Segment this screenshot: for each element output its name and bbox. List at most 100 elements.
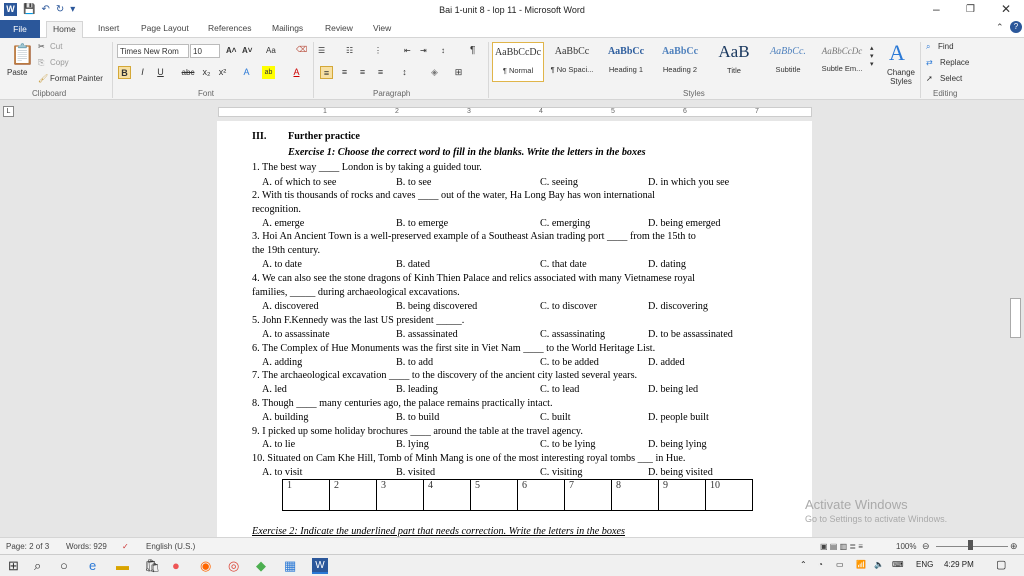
- tab-references[interactable]: References: [208, 23, 251, 33]
- answer-box[interactable]: 8: [611, 479, 659, 511]
- answer-box[interactable]: 3: [376, 479, 424, 511]
- restore-button[interactable]: ❐: [966, 4, 975, 15]
- align-center-icon[interactable]: ≡: [338, 66, 351, 79]
- paste-icon[interactable]: 📋: [10, 42, 35, 67]
- start-icon[interactable]: ⊞: [8, 558, 19, 574]
- style-title[interactable]: AaB Title: [708, 42, 760, 82]
- text-effects-icon[interactable]: A: [240, 66, 253, 79]
- align-right-icon[interactable]: ≡: [356, 66, 369, 79]
- change-styles-icon[interactable]: A: [889, 40, 905, 66]
- tab-home[interactable]: Home: [46, 21, 83, 39]
- strikethrough-button[interactable]: abc: [178, 66, 198, 79]
- increase-indent-icon[interactable]: ⇥: [420, 46, 427, 55]
- scroll-thumb[interactable]: [1010, 298, 1021, 338]
- action-icon[interactable]: ▭: [836, 560, 844, 569]
- task-view-icon[interactable]: ○: [60, 558, 68, 573]
- replace-button[interactable]: Replace: [940, 58, 969, 67]
- decrease-indent-icon[interactable]: ⇤: [404, 46, 411, 55]
- document-page[interactable]: III. Further practice Exercise 1: Choose…: [217, 121, 812, 541]
- bold-button[interactable]: B: [118, 66, 131, 79]
- close-button[interactable]: ✕: [1001, 2, 1011, 16]
- subscript-button[interactable]: x₂: [200, 66, 213, 79]
- word-count[interactable]: Words: 929: [66, 542, 107, 551]
- answer-box[interactable]: 9: [658, 479, 706, 511]
- change-styles-button[interactable]: Change Styles: [884, 68, 918, 86]
- wifi-icon[interactable]: 📶: [856, 560, 866, 569]
- zoom-level[interactable]: 100%: [896, 542, 916, 551]
- search-icon[interactable]: ⌕: [34, 558, 41, 574]
- style-no-spacing[interactable]: AaBbCc ¶ No Spaci...: [546, 42, 598, 82]
- word-taskbar-icon[interactable]: W: [312, 558, 328, 574]
- shrink-font-button[interactable]: A˅: [242, 46, 252, 55]
- view-layout-icons[interactable]: ▣ ▤ ▥ ≣ ≡: [820, 542, 863, 551]
- line-spacing-icon[interactable]: ↕: [398, 66, 411, 79]
- bullets-icon[interactable]: ☰: [318, 46, 325, 55]
- styles-more-icon[interactable]: ▴ ▾ ▾: [870, 44, 874, 68]
- select-icon[interactable]: ➚: [926, 74, 933, 83]
- page-indicator[interactable]: Page: 2 of 3: [6, 542, 49, 551]
- paste-button[interactable]: Paste: [7, 68, 27, 77]
- zoom-slider-thumb[interactable]: [968, 540, 973, 550]
- horizontal-ruler[interactable]: 1 2 3 4 5 6 7: [218, 107, 812, 117]
- find-button[interactable]: Find: [938, 42, 954, 51]
- notifications-icon[interactable]: ▢: [996, 558, 1006, 571]
- style-heading-2[interactable]: AaBbCc Heading 2: [654, 42, 706, 82]
- style-subtle-emphasis[interactable]: AaBbCcDc Subtle Em...: [816, 42, 868, 82]
- tab-selector-icon[interactable]: L: [3, 106, 14, 117]
- justify-icon[interactable]: ≡: [374, 66, 387, 79]
- numbering-icon[interactable]: ☷: [346, 46, 353, 55]
- answer-box[interactable]: 5: [470, 479, 518, 511]
- find-icon[interactable]: ⌕: [926, 42, 930, 52]
- zoom-out-icon[interactable]: ⊖: [922, 541, 930, 552]
- answer-table[interactable]: 1 2 3 4 5 6 7 8 9 10: [282, 479, 753, 511]
- highlight-icon[interactable]: ab: [262, 66, 275, 79]
- zoom-in-icon[interactable]: ⊕: [1010, 541, 1018, 552]
- clear-format-icon[interactable]: ⌫: [296, 45, 307, 54]
- edge-icon[interactable]: e: [89, 558, 96, 573]
- format-painter-button[interactable]: Format Painter: [50, 74, 103, 83]
- align-left-icon[interactable]: ≡: [320, 66, 333, 79]
- tab-view[interactable]: View: [373, 23, 391, 33]
- replace-icon[interactable]: ⇄: [926, 58, 933, 67]
- ribbon-collapse-icon[interactable]: ⌃: [996, 22, 1004, 33]
- tab-page-layout[interactable]: Page Layout: [141, 23, 189, 33]
- clock[interactable]: 4:29 PM: [944, 560, 974, 569]
- change-case-button[interactable]: Aa: [266, 46, 276, 55]
- answer-box[interactable]: 1: [282, 479, 330, 511]
- file-explorer-icon[interactable]: ▬: [116, 558, 129, 573]
- answer-box[interactable]: 10: [705, 479, 753, 511]
- sort-icon[interactable]: ↕: [441, 46, 445, 55]
- font-name-select[interactable]: Times New Rom: [117, 44, 189, 58]
- borders-icon[interactable]: ⊞: [452, 66, 465, 79]
- underline-button[interactable]: U: [154, 66, 167, 79]
- style-normal[interactable]: AaBbCcDc ¶ Normal: [492, 42, 544, 82]
- copy-button[interactable]: Copy: [50, 58, 69, 67]
- select-button[interactable]: Select: [940, 74, 962, 83]
- answer-box[interactable]: 6: [517, 479, 565, 511]
- store-icon[interactable]: 🛍: [144, 558, 161, 574]
- chrome-icon[interactable]: ◎: [228, 558, 239, 574]
- multilevel-list-icon[interactable]: ⋮: [374, 46, 382, 55]
- answer-box[interactable]: 4: [423, 479, 471, 511]
- keyboard-icon[interactable]: ⌨: [892, 560, 904, 569]
- show-hide-marks-button[interactable]: ¶: [470, 45, 475, 56]
- help-icon[interactable]: ?: [1010, 21, 1022, 33]
- tab-review[interactable]: Review: [325, 23, 353, 33]
- style-subtitle[interactable]: AaBbCc. Subtitle: [762, 42, 814, 82]
- superscript-button[interactable]: x²: [216, 66, 229, 79]
- language-indicator[interactable]: English (U.S.): [146, 542, 195, 551]
- language-tray[interactable]: ENG: [916, 560, 933, 569]
- firefox-icon[interactable]: ◉: [200, 558, 211, 574]
- minimize-button[interactable]: –: [933, 2, 940, 16]
- font-color-icon[interactable]: A: [290, 66, 303, 79]
- answer-box[interactable]: 2: [329, 479, 377, 511]
- cut-icon[interactable]: ✂: [38, 42, 45, 51]
- tray-chevron-icon[interactable]: ⌃: [800, 560, 807, 569]
- answer-box[interactable]: 7: [564, 479, 612, 511]
- cut-button[interactable]: Cut: [50, 42, 62, 51]
- font-size-select[interactable]: 10: [190, 44, 220, 58]
- copy-icon[interactable]: ⎘: [38, 58, 44, 68]
- italic-button[interactable]: I: [136, 66, 149, 79]
- shading-icon[interactable]: ◈: [428, 66, 441, 79]
- app-icon[interactable]: ●: [172, 558, 180, 573]
